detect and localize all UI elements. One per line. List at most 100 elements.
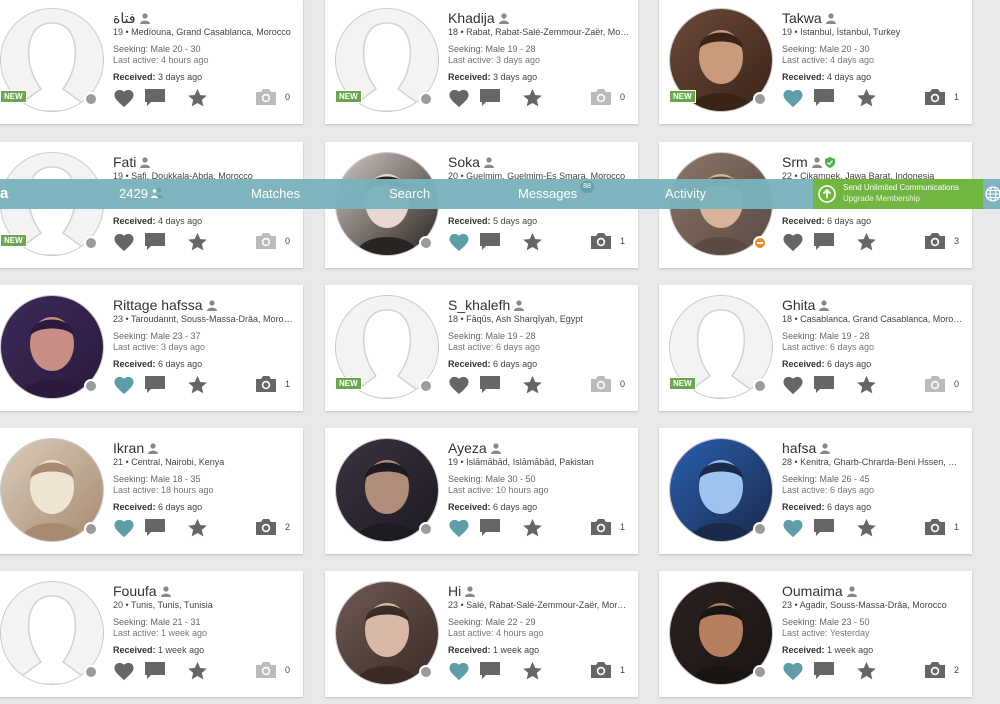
- chat-icon[interactable]: [813, 375, 835, 395]
- chat-icon[interactable]: [813, 232, 835, 252]
- nav-matches[interactable]: Matches: [251, 186, 300, 201]
- chat-icon[interactable]: [144, 661, 166, 681]
- profile-name-line[interactable]: Hi: [448, 583, 476, 600]
- chat-icon[interactable]: [479, 88, 501, 108]
- star-icon[interactable]: [856, 375, 877, 395]
- profile-name-line[interactable]: Takwa: [782, 10, 836, 27]
- heart-icon[interactable]: [113, 88, 135, 108]
- profile-card[interactable]: Fouufa 20 • Tunis, Tunis, Tunisia Seeking:…: [0, 571, 303, 697]
- camera-icon[interactable]: [924, 375, 946, 395]
- camera-icon[interactable]: [255, 518, 277, 538]
- heart-icon[interactable]: [448, 661, 470, 681]
- profile-name[interactable]: Takwa: [782, 10, 822, 26]
- heart-icon[interactable]: [113, 232, 135, 252]
- heart-icon[interactable]: [782, 518, 804, 538]
- profile-card[interactable]: NEW Ghita 18 • Casablanca, Grand Casablanc…: [659, 285, 972, 411]
- site-logo[interactable]: a: [0, 185, 8, 202]
- chat-icon[interactable]: [479, 661, 501, 681]
- profile-name[interactable]: Soka: [448, 154, 480, 170]
- nav-search[interactable]: Search: [389, 186, 430, 201]
- profile-name[interactable]: Ikran: [113, 440, 144, 456]
- nav-messages[interactable]: Messages: [518, 186, 577, 201]
- profile-card[interactable]: Ikran 21 • Central, Nairobi, Kenya Seeking…: [0, 428, 303, 554]
- camera-icon[interactable]: [590, 661, 612, 681]
- chat-icon[interactable]: [479, 375, 501, 395]
- profile-name[interactable]: Khadija: [448, 10, 495, 26]
- profile-name-line[interactable]: Rittage hafssa: [113, 297, 217, 314]
- online-count-link[interactable]: 2429: [119, 186, 164, 201]
- profile-name-line[interactable]: S_khalefh: [448, 297, 525, 314]
- profile-card[interactable]: NEW Khadija 18 • Rabat, Rabat-Salé-Zemmour…: [325, 0, 638, 124]
- star-icon[interactable]: [522, 232, 543, 252]
- profile-card[interactable]: NEW فتاة 19 • Medïouna, Grand Casablanca, …: [0, 0, 303, 124]
- globe-icon[interactable]: [984, 185, 1000, 206]
- heart-icon[interactable]: [113, 518, 135, 538]
- chat-icon[interactable]: [813, 518, 835, 538]
- heart-icon[interactable]: [448, 518, 470, 538]
- star-icon[interactable]: [187, 661, 208, 681]
- profile-name[interactable]: Ghita: [782, 297, 815, 313]
- upgrade-membership-button[interactable]: Send Unlimited Communications Upgrade Me…: [813, 179, 983, 209]
- star-icon[interactable]: [856, 661, 877, 681]
- camera-icon[interactable]: [255, 375, 277, 395]
- star-icon[interactable]: [856, 88, 877, 108]
- star-icon[interactable]: [187, 518, 208, 538]
- profile-name-line[interactable]: Ayeza: [448, 440, 501, 457]
- heart-icon[interactable]: [782, 88, 804, 108]
- profile-name[interactable]: فتاة: [113, 10, 136, 26]
- camera-icon[interactable]: [924, 661, 946, 681]
- profile-name-line[interactable]: Soka: [448, 154, 494, 171]
- star-icon[interactable]: [856, 518, 877, 538]
- profile-card[interactable]: Oumaima 23 • Agadir, Souss-Massa-Drâa, Mo…: [659, 571, 972, 697]
- camera-icon[interactable]: [924, 88, 946, 108]
- profile-name-line[interactable]: Srm: [782, 154, 835, 171]
- profile-name-line[interactable]: Ghita: [782, 297, 830, 314]
- profile-name-line[interactable]: Khadija: [448, 10, 509, 27]
- star-icon[interactable]: [187, 232, 208, 252]
- profile-name-line[interactable]: Fati: [113, 154, 151, 171]
- heart-icon[interactable]: [782, 661, 804, 681]
- star-icon[interactable]: [522, 661, 543, 681]
- heart-icon[interactable]: [113, 661, 135, 681]
- chat-icon[interactable]: [813, 661, 835, 681]
- chat-icon[interactable]: [144, 375, 166, 395]
- camera-icon[interactable]: [255, 88, 277, 108]
- star-icon[interactable]: [856, 232, 877, 252]
- heart-icon[interactable]: [448, 375, 470, 395]
- chat-icon[interactable]: [144, 88, 166, 108]
- camera-icon[interactable]: [924, 232, 946, 252]
- star-icon[interactable]: [187, 88, 208, 108]
- star-icon[interactable]: [522, 518, 543, 538]
- camera-icon[interactable]: [255, 661, 277, 681]
- profile-name[interactable]: Fouufa: [113, 583, 157, 599]
- chat-icon[interactable]: [144, 518, 166, 538]
- profile-name[interactable]: Hi: [448, 583, 461, 599]
- heart-icon[interactable]: [113, 375, 135, 395]
- profile-name-line[interactable]: فتاة: [113, 10, 150, 27]
- star-icon[interactable]: [522, 88, 543, 108]
- nav-activity[interactable]: Activity: [665, 186, 706, 201]
- chat-icon[interactable]: [813, 88, 835, 108]
- profile-name[interactable]: hafsa: [782, 440, 816, 456]
- profile-card[interactable]: Rittage hafssa 23 • Taroudannt, Souss-Mas…: [0, 285, 303, 411]
- star-icon[interactable]: [187, 375, 208, 395]
- profile-name[interactable]: Oumaima: [782, 583, 843, 599]
- profile-card[interactable]: Hi 23 • Salé, Rabat-Salé-Zemmour-Zaër, Mo…: [325, 571, 638, 697]
- profile-name[interactable]: Rittage hafssa: [113, 297, 203, 313]
- star-icon[interactable]: [522, 375, 543, 395]
- heart-icon[interactable]: [782, 375, 804, 395]
- heart-icon[interactable]: [782, 232, 804, 252]
- camera-icon[interactable]: [590, 88, 612, 108]
- profile-card[interactable]: NEW Takwa 19 • Istanbul, İstanbul, Turkey S…: [659, 0, 972, 124]
- profile-card[interactable]: Ayeza 19 • Islāmābād, Islāmābād, Pakistan…: [325, 428, 638, 554]
- heart-icon[interactable]: [448, 88, 470, 108]
- profile-name[interactable]: Srm: [782, 154, 808, 170]
- camera-icon[interactable]: [590, 518, 612, 538]
- profile-name[interactable]: Fati: [113, 154, 136, 170]
- profile-name[interactable]: Ayeza: [448, 440, 487, 456]
- profile-card[interactable]: hafsa 28 • Kenitra, Gharb-Chrarda-Beni Hs…: [659, 428, 972, 554]
- camera-icon[interactable]: [924, 518, 946, 538]
- chat-icon[interactable]: [144, 232, 166, 252]
- camera-icon[interactable]: [590, 375, 612, 395]
- profile-name-line[interactable]: Oumaima: [782, 583, 857, 600]
